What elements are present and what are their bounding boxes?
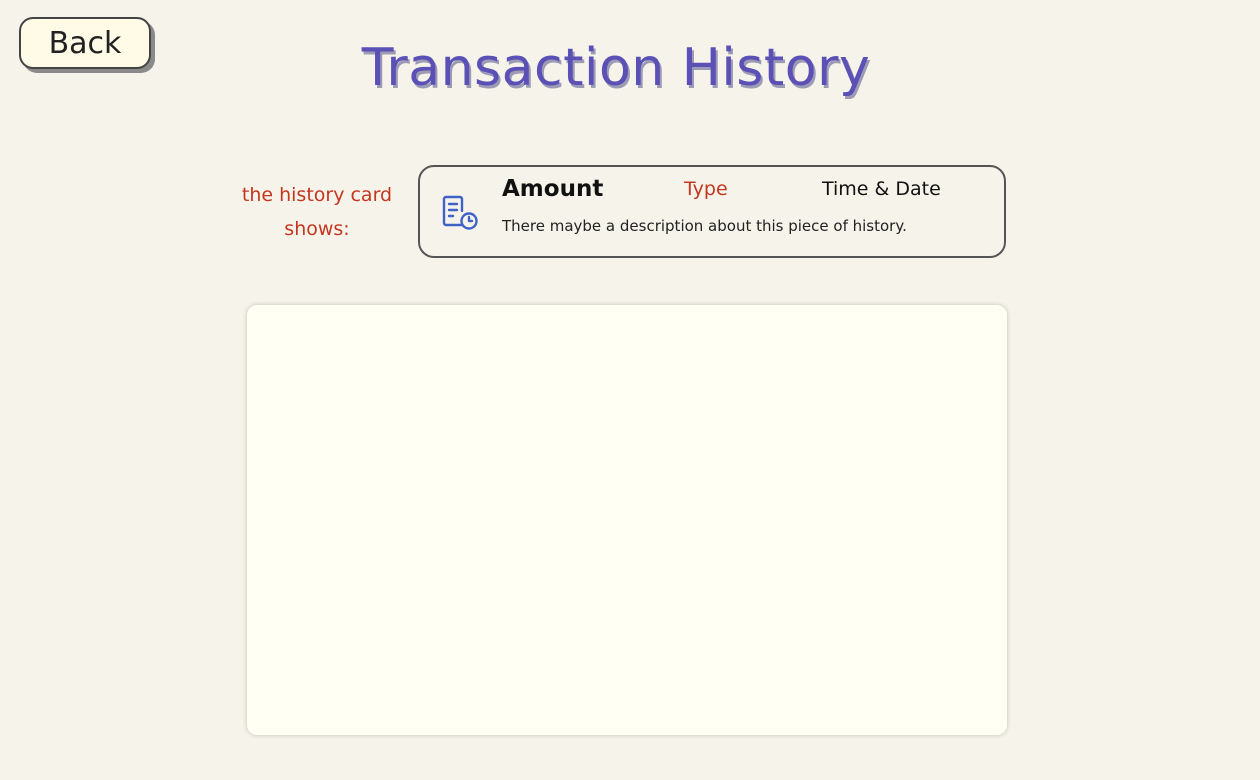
card-amount-label: Amount (502, 176, 604, 202)
sample-history-card: Amount Type Time & Date There maybe a de… (418, 165, 1006, 258)
history-list-panel[interactable] (247, 305, 1007, 735)
receipt-clock-icon (440, 193, 480, 233)
history-card-legend-label: the history card shows: (241, 184, 393, 240)
card-description: There maybe a description about this pie… (502, 217, 907, 235)
card-datetime-label: Time & Date (822, 178, 941, 200)
card-type-label: Type (684, 178, 728, 200)
page-title: Transaction History (361, 38, 871, 98)
